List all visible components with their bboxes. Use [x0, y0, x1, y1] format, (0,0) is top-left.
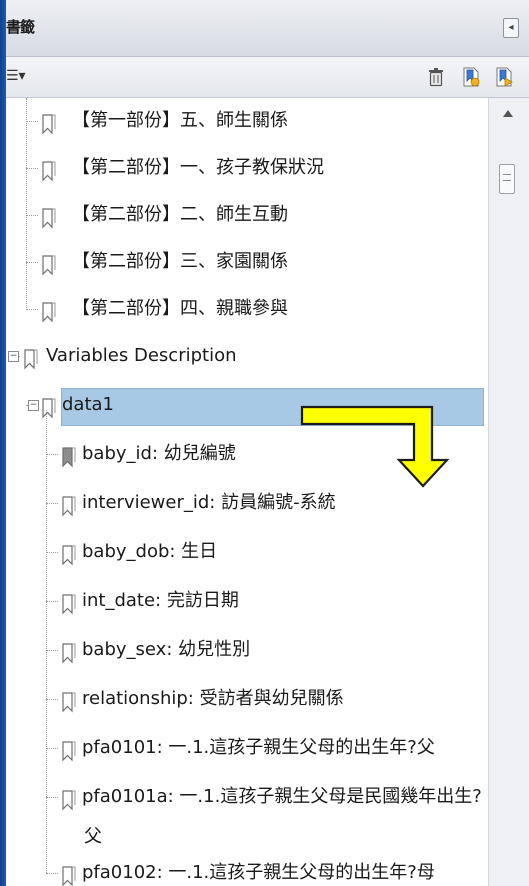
trash-icon[interactable]	[426, 66, 446, 88]
scroll-up-icon[interactable]	[503, 110, 513, 117]
bookmarks-toolbar: ☰▾	[6, 57, 529, 98]
collapse-panel-button[interactable]: ◂	[503, 18, 519, 38]
panel-header: 書籤 ◂	[6, 0, 529, 57]
collapse-toggle-icon[interactable]: −	[8, 351, 19, 362]
new-bookmark-icon[interactable]	[461, 66, 481, 88]
scroll-thumb[interactable]	[499, 164, 515, 194]
tree-guide-line	[46, 410, 47, 873]
vertical-scrollbar[interactable]	[488, 98, 529, 886]
bookmarks-panel: 書籤 ◂ ☰▾ 【第一部份】五、師生關係 【第二部份】一、孩子教保狀況 【第二部份】…	[6, 0, 529, 886]
panel-title: 書籤	[6, 18, 35, 36]
annotation-arrow-icon	[300, 405, 450, 488]
collapse-toggle-icon[interactable]: −	[28, 400, 39, 411]
options-menu-button[interactable]: ☰▾	[6, 65, 26, 87]
tree-guide-line	[26, 98, 27, 310]
bookmark-tree: 【第一部份】五、師生關係 【第二部份】一、孩子教保狀況 【第二部份】二、師生互動 【第…	[6, 98, 488, 886]
bookmark-from-selection-icon[interactable]	[494, 66, 514, 88]
